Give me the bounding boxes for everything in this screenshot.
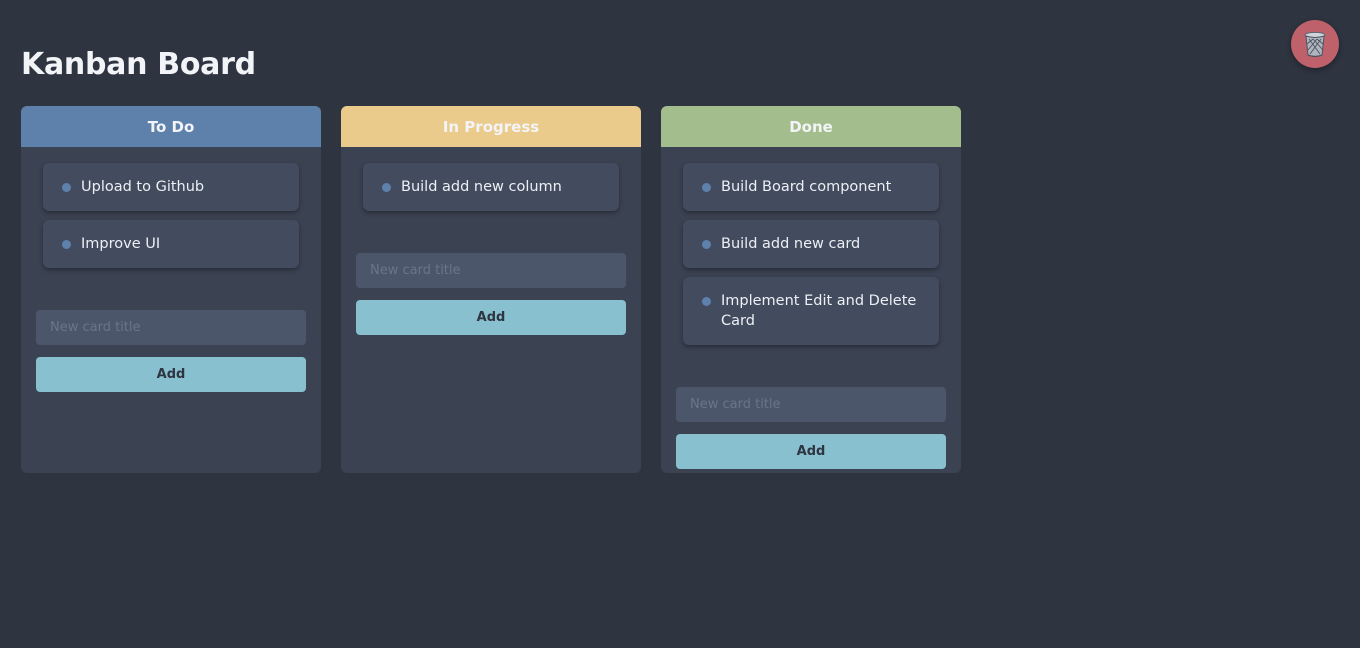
add-card-button[interactable]: Add [36, 357, 306, 392]
card-title: Build add new card [721, 236, 861, 252]
bullet-icon [382, 183, 391, 192]
bullet-icon [702, 297, 711, 306]
add-card-form: Add [661, 345, 961, 469]
column-in-progress: In Progress Build add new column Add [341, 106, 641, 473]
column-done: Done Build Board component Build add new… [661, 106, 961, 473]
bullet-icon [702, 240, 711, 249]
kanban-page: Kanban Board To Do Upload to Github Impr… [0, 0, 1360, 648]
card[interactable]: Build Board component [683, 163, 939, 211]
card[interactable]: Improve UI [43, 220, 299, 268]
trash-can-icon [1304, 31, 1326, 58]
new-card-input[interactable] [676, 387, 946, 422]
bullet-icon [62, 240, 71, 249]
column-header[interactable]: Done [661, 106, 961, 147]
bullet-icon [702, 183, 711, 192]
column-to-do: To Do Upload to Github Improve UI Add [21, 106, 321, 473]
card[interactable]: Build add new card [683, 220, 939, 268]
card-list: Upload to Github Improve UI [21, 147, 321, 268]
card-title: Build Board component [721, 179, 892, 195]
card[interactable]: Implement Edit and Delete Card [683, 277, 939, 345]
new-card-input[interactable] [356, 253, 626, 288]
card-list: Build add new column [341, 147, 641, 211]
card-title: Improve UI [81, 236, 161, 252]
bullet-icon [62, 183, 71, 192]
add-card-button[interactable]: Add [356, 300, 626, 335]
card-title: Implement Edit and Delete Card [721, 293, 917, 329]
page-title: Kanban Board [21, 47, 256, 82]
trash-button[interactable] [1291, 20, 1339, 68]
card[interactable]: Build add new column [363, 163, 619, 211]
card-list: Build Board component Build add new card… [661, 147, 961, 345]
card-title: Build add new column [401, 179, 562, 195]
new-card-input[interactable] [36, 310, 306, 345]
add-card-form: Add [341, 211, 641, 335]
column-header[interactable]: To Do [21, 106, 321, 147]
card[interactable]: Upload to Github [43, 163, 299, 211]
add-card-form: Add [21, 268, 321, 392]
board: To Do Upload to Github Improve UI Add In… [21, 106, 961, 473]
card-title: Upload to Github [81, 179, 205, 195]
add-card-button[interactable]: Add [676, 434, 946, 469]
column-header[interactable]: In Progress [341, 106, 641, 147]
